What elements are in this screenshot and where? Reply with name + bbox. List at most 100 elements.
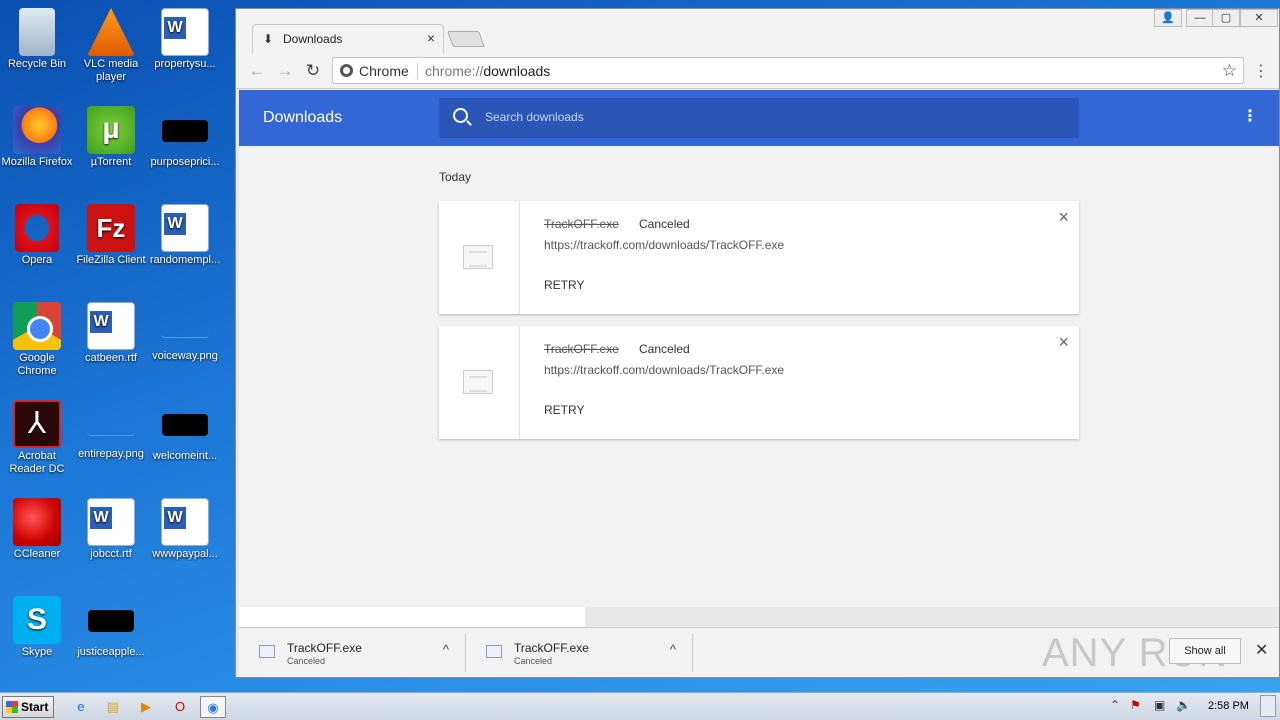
download-file-name[interactable]: TrackOFF.exe — [544, 217, 619, 231]
address-bar[interactable]: Chrome chrome://downloads ☆ — [332, 57, 1244, 84]
desktop-icon-acrobat[interactable]: ⅄ Acrobat Reader DC — [0, 400, 74, 476]
chrome-taskbar-icon[interactable]: ◉ — [200, 696, 226, 718]
chrome-page-icon — [340, 64, 353, 77]
utorrent-icon: µ — [87, 106, 135, 154]
download-status: Canceled — [639, 217, 690, 231]
remove-download-icon[interactable]: × — [1058, 207, 1069, 228]
opera-taskbar-icon[interactable]: O — [167, 696, 193, 718]
profile-button[interactable]: 👤 — [1154, 9, 1182, 27]
desktop-icon-catbeen[interactable]: catbeen.rtf — [74, 302, 148, 365]
desktop-icon-label: jobcct.rtf — [90, 548, 132, 560]
chevron-up-icon[interactable]: ^ — [443, 642, 449, 657]
retry-button[interactable]: RETRY — [544, 403, 584, 417]
desktop-icon-opera[interactable]: Opera — [0, 204, 74, 267]
desktop-icon-label: voiceway.png — [152, 350, 218, 362]
tab-downloads[interactable]: ⬇ Downloads × — [252, 24, 444, 53]
download-url[interactable]: https://trackoff.com/downloads/TrackOFF.… — [544, 363, 784, 377]
start-button[interactable]: Start — [2, 696, 54, 718]
desktop-icon-filezilla[interactable]: Fz FileZilla Client — [74, 204, 148, 267]
filezilla-icon: Fz — [87, 204, 135, 252]
desktop-icon-ccleaner[interactable]: CCleaner — [0, 498, 74, 561]
download-file-name[interactable]: TrackOFF.exe — [544, 342, 619, 356]
download-url[interactable]: https://trackoff.com/downloads/TrackOFF.… — [544, 238, 784, 252]
word-document-icon — [161, 8, 209, 56]
media-player-icon[interactable]: ▶ — [133, 696, 159, 718]
file-thumbnail-icon — [162, 120, 208, 142]
desktop-icon-utorrent[interactable]: µ µTorrent — [74, 106, 148, 169]
shelf-item-name: TrackOFF.exe — [514, 641, 589, 655]
word-document-icon — [161, 498, 209, 546]
desktop: Recycle Bin VLC media player propertysu.… — [0, 0, 236, 692]
word-document-icon — [87, 498, 135, 546]
chevron-up-icon[interactable]: ^ — [670, 642, 676, 657]
search-input[interactable] — [485, 110, 1045, 124]
shelf-item-status: Canceled — [514, 656, 553, 666]
clock[interactable]: 2:58 PM — [1208, 700, 1249, 712]
desktop-icon-label: welcomeint... — [152, 450, 218, 462]
browser-toolbar: ← → ↻ Chrome chrome://downloads ☆ ⋮ — [236, 53, 1279, 89]
shelf-item[interactable]: TrackOFF.exe Canceled ^ — [466, 634, 693, 672]
browser-menu-icon[interactable]: ⋮ — [1253, 61, 1269, 81]
desktop-icon-label: CCleaner — [13, 548, 61, 560]
desktop-icon-label: randomempl... — [149, 254, 221, 266]
omnibox-separator — [417, 63, 418, 79]
tab-title: Downloads — [283, 32, 343, 46]
desktop-icon-randomempl[interactable]: randomempl... — [148, 204, 222, 267]
forward-arrow-icon[interactable]: → — [274, 61, 296, 81]
desktop-icon-entirepay[interactable]: entirepay.png — [74, 400, 148, 461]
desktop-icon-recycle-bin[interactable]: Recycle Bin — [0, 8, 74, 71]
desktop-icon-skype[interactable]: S Skype — [0, 596, 74, 659]
word-document-icon — [87, 302, 135, 350]
show-hidden-icons[interactable]: ⌃ — [1110, 698, 1120, 712]
desktop-icon-label: purposeprici... — [150, 156, 220, 168]
page-title: Downloads — [263, 109, 343, 126]
network-icon[interactable]: ▣ — [1154, 698, 1165, 712]
search-box[interactable] — [439, 98, 1079, 138]
desktop-icon-label: propertysu... — [154, 58, 216, 70]
desktop-icon-label: Recycle Bin — [7, 58, 67, 70]
remove-download-icon[interactable]: × — [1058, 332, 1069, 353]
reload-icon[interactable]: ↻ — [302, 61, 324, 81]
desktop-icon-chrome[interactable]: Google Chrome — [0, 302, 74, 378]
desktop-icon-purposeprici[interactable]: purposeprici... — [148, 106, 222, 169]
action-center-flag-icon[interactable]: ⚑ — [1130, 698, 1141, 712]
opera-icon — [15, 204, 59, 252]
tab-close-icon[interactable]: × — [427, 30, 435, 46]
desktop-icon-firefox[interactable]: Mozilla Firefox — [0, 106, 74, 169]
url-path: downloads — [483, 63, 551, 79]
desktop-icon-welcomeint[interactable]: welcomeint... — [148, 400, 222, 463]
close-shelf-icon[interactable]: ✕ — [1255, 640, 1268, 660]
shelf-item[interactable]: TrackOFF.exe Canceled ^ — [239, 634, 466, 672]
internet-explorer-icon[interactable]: e — [68, 696, 94, 718]
bookmark-star-icon[interactable]: ☆ — [1222, 61, 1237, 81]
minimize-button[interactable]: — — [1186, 9, 1214, 27]
skype-icon: S — [13, 596, 61, 644]
url-text[interactable]: chrome://downloads — [425, 63, 550, 79]
show-desktop-button[interactable] — [1260, 695, 1276, 717]
image-file-icon — [161, 314, 209, 338]
show-all-button[interactable]: Show all — [1169, 638, 1241, 664]
download-status: Canceled — [639, 342, 690, 356]
downloads-menu-icon[interactable]: ⋮ — [1242, 106, 1258, 126]
retry-button[interactable]: RETRY — [544, 278, 584, 292]
shelf-item-status: Canceled — [287, 656, 326, 666]
desktop-icon-label: µTorrent — [90, 156, 132, 168]
chrome-window: ⬇ Downloads × 👤 — ▢ ✕ ← → ↻ Chrome chrom… — [235, 8, 1280, 678]
restore-button[interactable]: ▢ — [1212, 9, 1240, 27]
desktop-icon-justiceapple[interactable]: justiceapple... — [74, 596, 148, 659]
new-tab-button[interactable] — [447, 31, 485, 47]
status-strip — [239, 607, 585, 627]
close-window-button[interactable]: ✕ — [1240, 9, 1278, 27]
section-heading-today: Today — [439, 170, 472, 184]
desktop-icon-propertysu[interactable]: propertysu... — [148, 8, 222, 71]
volume-icon[interactable]: 🔈 — [1176, 698, 1191, 712]
desktop-icon-vlc[interactable]: VLC media player — [74, 8, 148, 84]
desktop-icon-wwwpaypal[interactable]: wwwpaypal... — [148, 498, 222, 561]
desktop-icon-jobcct[interactable]: jobcct.rtf — [74, 498, 148, 561]
download-card: TrackOFF.exe Canceled https://trackoff.c… — [439, 326, 1079, 439]
download-icon: ⬇ — [263, 32, 274, 46]
desktop-icon-voiceway[interactable]: voiceway.png — [148, 302, 222, 363]
file-explorer-icon[interactable]: ▤ — [100, 696, 126, 718]
back-arrow-icon[interactable]: ← — [246, 61, 268, 81]
download-shelf: TrackOFF.exe Canceled ^ TrackOFF.exe Can… — [239, 627, 1279, 677]
